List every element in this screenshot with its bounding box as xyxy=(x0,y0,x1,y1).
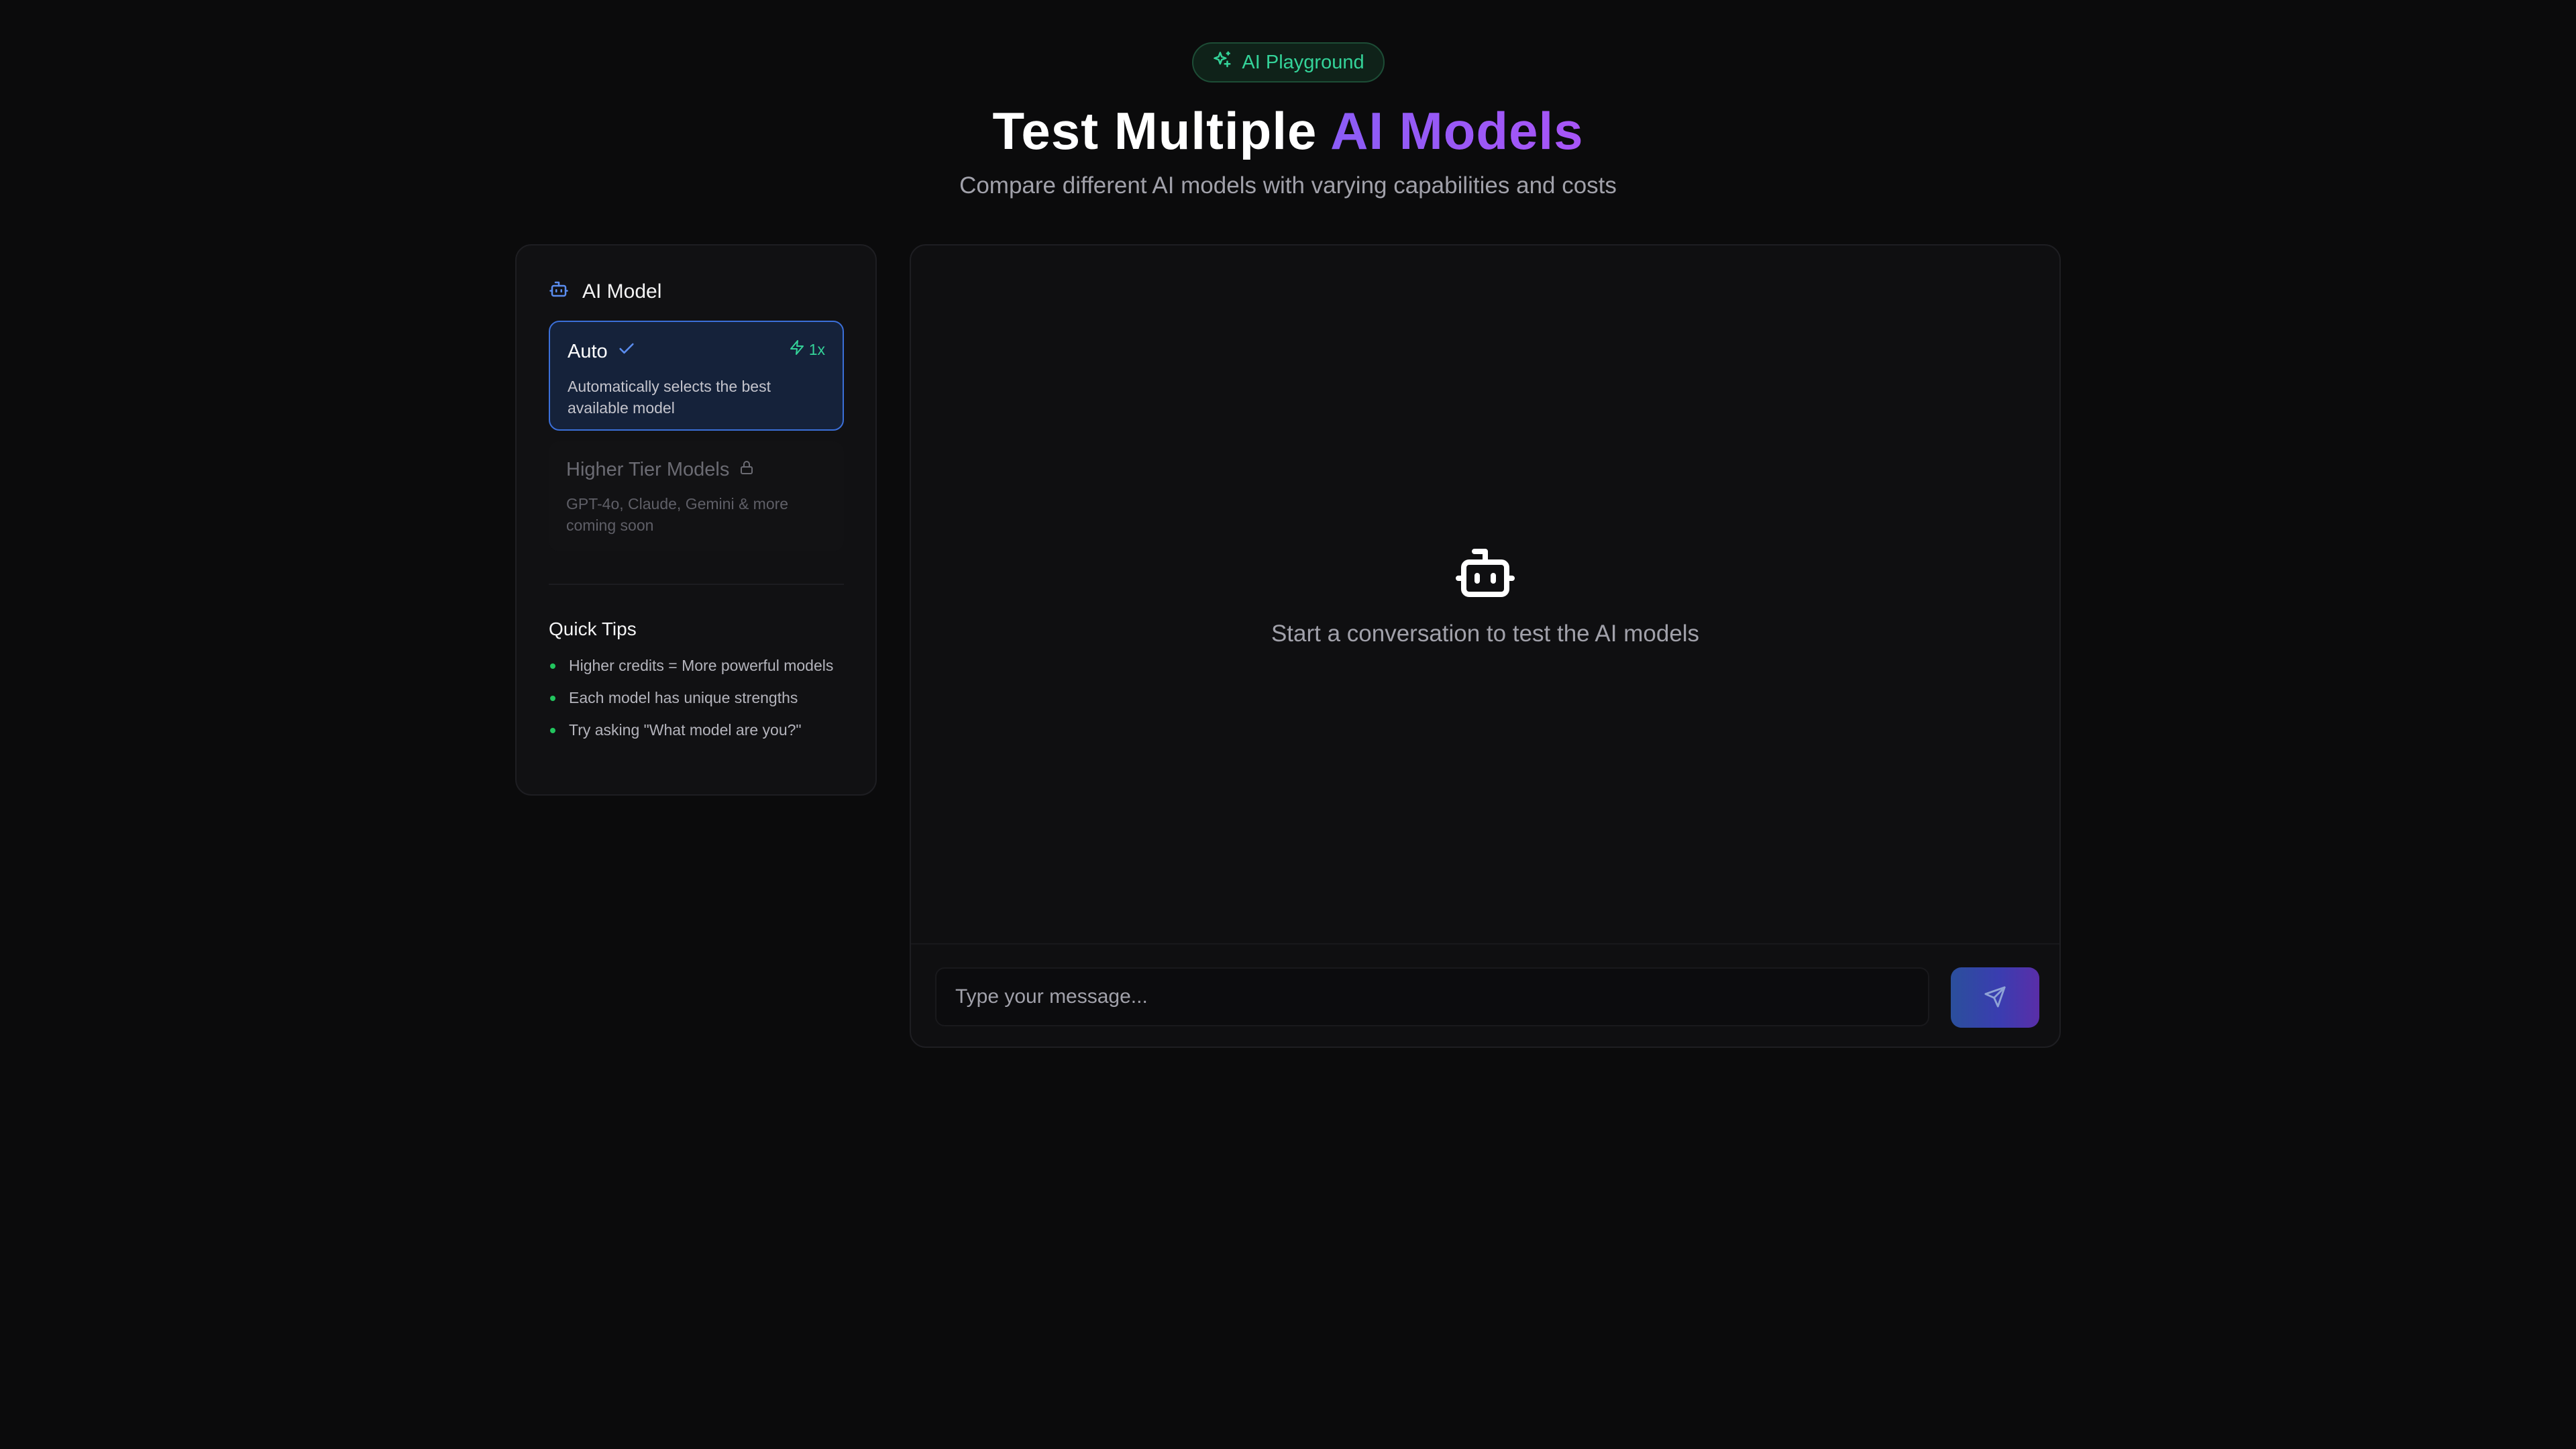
title-accent: AI Models xyxy=(1330,101,1584,160)
tip-item: Each model has unique strengths xyxy=(549,687,851,708)
quick-tips-heading: Quick Tips xyxy=(549,619,637,639)
model-heading-label: AI Model xyxy=(582,280,662,303)
bot-icon xyxy=(1453,541,1517,608)
locked-model-description: GPT-4o, Claude, Gemini & more coming soo… xyxy=(566,495,789,534)
message-input[interactable] xyxy=(935,967,1929,1026)
locked-model-name: Higher Tier Models xyxy=(566,459,730,480)
title-main: Test Multiple xyxy=(992,101,1331,160)
ai-playground-page: AI Playground Test Multiple AI Models Co… xyxy=(0,0,2576,1449)
page-title: Test Multiple AI Models xyxy=(0,97,2576,164)
credit-badge: 1x xyxy=(789,339,825,360)
bot-icon xyxy=(549,279,569,305)
empty-state-text: Start a conversation to test the AI mode… xyxy=(1271,621,1700,647)
locked-model-name-row: Higher Tier Models xyxy=(566,459,826,481)
check-icon xyxy=(617,339,636,364)
page-subtitle: Compare different AI models with varying… xyxy=(959,172,1617,199)
send-button[interactable] xyxy=(1951,967,2039,1028)
model-option-name-row: Auto xyxy=(568,339,825,364)
model-option-description: Automatically selects the best available… xyxy=(568,378,771,417)
model-option-higher-tier: Higher Tier Models GPT-4o, Claude, Gemin… xyxy=(549,441,844,551)
message-composer xyxy=(911,943,2059,1046)
model-sidebar: AI Model Auto 1x Automatically selects t… xyxy=(515,244,877,796)
tip-item: Higher credits = More powerful models xyxy=(549,655,851,676)
credit-value: 1x xyxy=(808,340,825,358)
tip-item: Try asking "What model are you?" xyxy=(549,719,851,741)
chat-panel: Start a conversation to test the AI mode… xyxy=(910,244,2061,1048)
badge-label: AI Playground xyxy=(1242,51,1364,73)
sparkles-icon xyxy=(1212,50,1232,75)
model-option-auto[interactable]: Auto 1x Automatically selects the best a… xyxy=(549,321,844,431)
sidebar-divider xyxy=(549,584,844,585)
zap-icon xyxy=(789,339,805,360)
ai-playground-badge: AI Playground xyxy=(1192,42,1385,83)
chat-empty-state: Start a conversation to test the AI mode… xyxy=(911,541,2059,647)
model-option-name: Auto xyxy=(568,340,608,362)
lock-icon xyxy=(739,459,755,481)
model-section-heading: AI Model xyxy=(549,279,661,305)
send-icon xyxy=(1984,985,2006,1010)
quick-tips-list: Higher credits = More powerful models Ea… xyxy=(549,655,851,751)
